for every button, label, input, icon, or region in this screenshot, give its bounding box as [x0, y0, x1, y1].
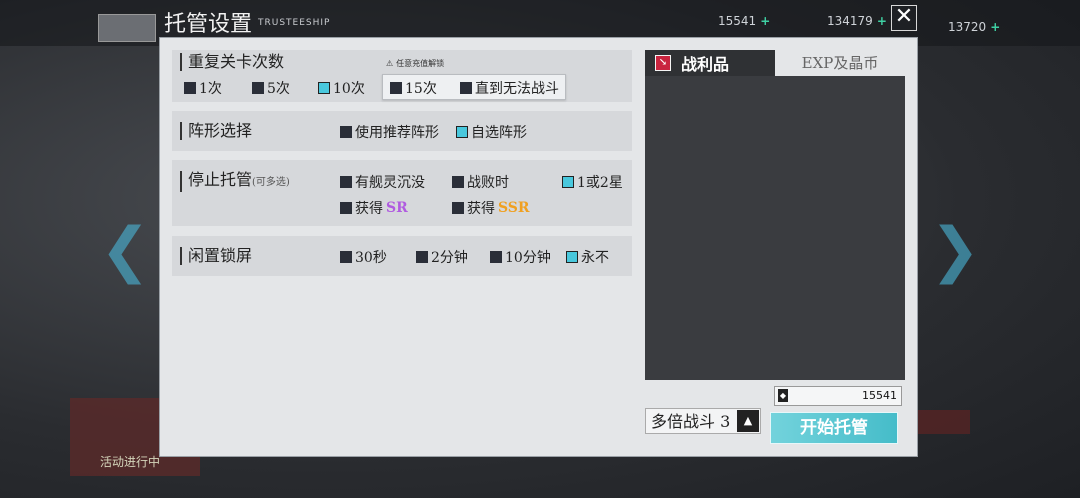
formation-section: 阵形选择 使用推荐阵形 自选阵形 — [172, 111, 632, 151]
checkbox-icon — [460, 82, 472, 94]
dialog-title: 托管设置 — [164, 12, 253, 37]
repeat-section: 重复关卡次数 ⚠ 任意充值解锁 1次 5次 10次 15次 直到无法战斗 — [172, 50, 632, 102]
idle-option-30s[interactable]: 30秒 — [340, 247, 387, 267]
stop-option-get-ssr[interactable]: 获得 SSR — [452, 198, 530, 218]
repeat-option-10[interactable]: 10次 — [318, 78, 365, 98]
idle-section: 闲置锁屏 30秒 2分钟 10分钟 永不 — [172, 236, 632, 276]
checkbox-icon — [340, 251, 352, 263]
idle-option-2min[interactable]: 2分钟 — [416, 247, 468, 267]
hint: ⚠ 任意充值解锁 — [386, 59, 445, 68]
background-stat-3: 13720 + — [948, 20, 1001, 34]
repeat-option-15[interactable]: 15次 — [390, 78, 437, 98]
background-stat-1: 15541 + — [718, 14, 771, 28]
checkbox-icon — [340, 176, 352, 188]
tab-loot[interactable]: ↘ 战利品 — [645, 50, 775, 76]
checkbox-icon — [252, 82, 264, 94]
checkbox-icon — [340, 202, 352, 214]
checkbox-checked-icon — [456, 126, 468, 138]
arrow-up-icon[interactable]: ▲ — [737, 410, 759, 432]
coin-balance: ◆ 15541 — [774, 386, 902, 406]
formation-option-recommended[interactable]: 使用推荐阵形 — [340, 122, 439, 142]
formation-option-custom[interactable]: 自选阵形 — [456, 122, 527, 142]
checkbox-checked-icon — [566, 251, 578, 263]
tab-exp[interactable]: EXP及晶币 — [775, 50, 905, 76]
close-button[interactable]: ✕ — [891, 5, 917, 31]
left-arrow-icon: ❮ — [100, 215, 151, 285]
background-back-tab — [98, 14, 156, 42]
checkbox-icon — [452, 176, 464, 188]
multi-battle-selector[interactable]: 多倍战斗 3 ▲ — [645, 408, 761, 434]
repeat-option-5[interactable]: 5次 — [252, 78, 290, 98]
stop-option-get-sr[interactable]: 获得 SR — [340, 198, 408, 218]
coin-icon: ◆ — [778, 389, 788, 402]
idle-option-never[interactable]: 永不 — [566, 247, 609, 267]
idle-option-10min[interactable]: 10分钟 — [490, 247, 551, 267]
formation-title: 阵形选择 — [180, 122, 252, 140]
loot-icon: ↘ — [655, 55, 671, 71]
checkbox-icon — [390, 82, 402, 94]
stop-option-defeat[interactable]: 战败时 — [452, 172, 509, 192]
checkbox-icon — [340, 126, 352, 138]
repeat-option-1[interactable]: 1次 — [184, 78, 222, 98]
start-trusteeship-button[interactable]: 开始托管 — [770, 412, 898, 444]
repeat-option-until-fail[interactable]: 直到无法战斗 — [460, 78, 559, 98]
background-stat-2: 134179 + — [827, 14, 887, 28]
checkbox-checked-icon — [318, 82, 330, 94]
checkbox-checked-icon — [562, 176, 574, 188]
dialog-title-sub: TRUSTEESHIP — [258, 18, 331, 28]
idle-title: 闲置锁屏 — [180, 247, 252, 265]
checkbox-icon — [416, 251, 428, 263]
loot-panel — [645, 50, 905, 380]
stop-title: 停止托管(可多选) — [180, 171, 290, 192]
checkbox-icon — [452, 202, 464, 214]
stop-section: 停止托管(可多选) 有舰灵沉没 战败时 1或2星 获得 SR 获得 SSR — [172, 160, 632, 226]
stop-option-sunk[interactable]: 有舰灵沉没 — [340, 172, 425, 192]
warning-icon: ⚠ — [386, 59, 394, 68]
repeat-title: 重复关卡次数 — [180, 53, 284, 71]
close-icon: ✕ — [894, 4, 914, 29]
right-arrow-icon: ❯ — [930, 215, 981, 285]
checkbox-icon — [490, 251, 502, 263]
stop-option-low-star[interactable]: 1或2星 — [562, 172, 623, 192]
checkbox-icon — [184, 82, 196, 94]
